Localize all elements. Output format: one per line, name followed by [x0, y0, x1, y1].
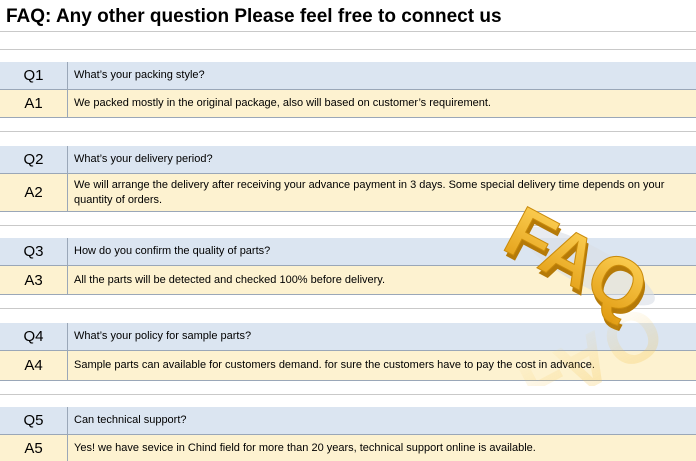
- answer-label: A2: [0, 174, 68, 211]
- answer-label: A3: [0, 266, 68, 294]
- answer-row-1: A1 We packed mostly in the original pack…: [0, 90, 696, 118]
- divider: [0, 394, 696, 395]
- question-text: What’s your delivery period?: [74, 153, 213, 165]
- question-label: Q2: [0, 146, 68, 173]
- divider: [0, 49, 696, 50]
- question-label: Q1: [0, 62, 68, 89]
- answer-label: A4: [0, 351, 68, 380]
- title-divider: [0, 31, 696, 32]
- question-row-1: Q1 What’s your packing style?: [0, 62, 696, 90]
- answer-label: A1: [0, 90, 68, 117]
- answer-text: Yes! we have sevice in Chind field for m…: [74, 441, 536, 454]
- question-row-5: Q5 Can technical support?: [0, 407, 696, 435]
- question-row-2: Q2 What’s your delivery period?: [0, 146, 696, 174]
- answer-label: A5: [0, 435, 68, 461]
- question-text: Can technical support?: [74, 414, 187, 426]
- question-label: Q5: [0, 407, 68, 434]
- question-label: Q3: [0, 238, 68, 265]
- divider: [0, 131, 696, 132]
- faq-3d-logo: FAQ FAQ FAQ: [492, 196, 676, 386]
- answer-text: We packed mostly in the original package…: [74, 97, 491, 109]
- answer-row-5: A5 Yes! we have sevice in Chind field fo…: [0, 435, 696, 461]
- question-label: Q4: [0, 323, 68, 350]
- question-text: What’s your packing style?: [74, 69, 205, 81]
- page-title: FAQ: Any other question Please feel free…: [6, 6, 502, 27]
